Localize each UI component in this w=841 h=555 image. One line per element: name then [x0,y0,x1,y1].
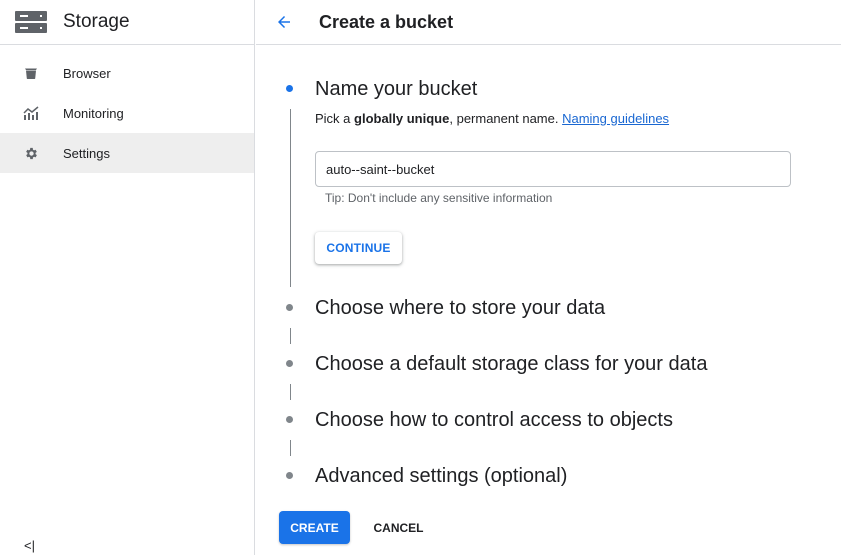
chart-icon [23,105,39,121]
step-title-location[interactable]: Choose where to store your data [315,297,605,320]
sidebar-item-browser[interactable]: Browser [0,53,254,93]
create-bucket-form: Name your bucket Pick a globally unique,… [256,45,841,555]
gear-icon [23,145,39,161]
step-title-advanced-settings[interactable]: Advanced settings (optional) [315,465,567,488]
sidebar-item-settings[interactable]: Settings [0,133,254,173]
description-text: Pick a [315,111,355,126]
storage-icon [15,11,47,33]
cancel-button[interactable]: CANCEL [360,511,437,544]
product-title: Storage [63,11,130,32]
step-title-access-control[interactable]: Choose how to control access to objects [315,409,673,432]
input-tip: Tip: Don't include any sensitive informa… [325,191,553,205]
create-button[interactable]: CREATE [279,511,350,544]
page-title: Create a bucket [319,11,454,32]
description-bold: globally unique [354,111,450,126]
sidebar: Storage Browser Monitoring Settings <| [0,0,255,555]
sidebar-item-label: Monitoring [63,105,124,121]
bucket-icon [23,65,39,81]
collapse-sidebar-button[interactable]: <| [24,538,35,553]
sidebar-item-label: Settings [63,145,110,161]
step-indicator [286,472,293,479]
sidebar-nav: Browser Monitoring Settings [0,53,254,173]
step-title-name-bucket[interactable]: Name your bucket [315,78,477,101]
step-connector [290,328,291,344]
step-description: Pick a globally unique, permanent name. … [315,111,669,126]
sidebar-item-label: Browser [63,65,111,81]
step-title-storage-class[interactable]: Choose a default storage class for your … [315,353,707,376]
bucket-name-input[interactable] [315,151,791,187]
sidebar-item-monitoring[interactable]: Monitoring [0,93,254,133]
step-indicator-active [286,85,293,92]
page-header: Create a bucket [256,0,841,45]
step-indicator [286,416,293,423]
arrow-left-icon[interactable] [274,12,294,32]
description-text: , permanent name. [449,111,563,126]
step-indicator [286,304,293,311]
step-indicator [286,360,293,367]
step-connector [290,440,291,456]
continue-button[interactable]: CONTINUE [315,232,402,264]
naming-guidelines-link[interactable]: Naming guidelines [562,111,669,126]
step-connector [290,384,291,400]
sidebar-header: Storage [0,0,254,45]
step-connector [290,109,291,287]
